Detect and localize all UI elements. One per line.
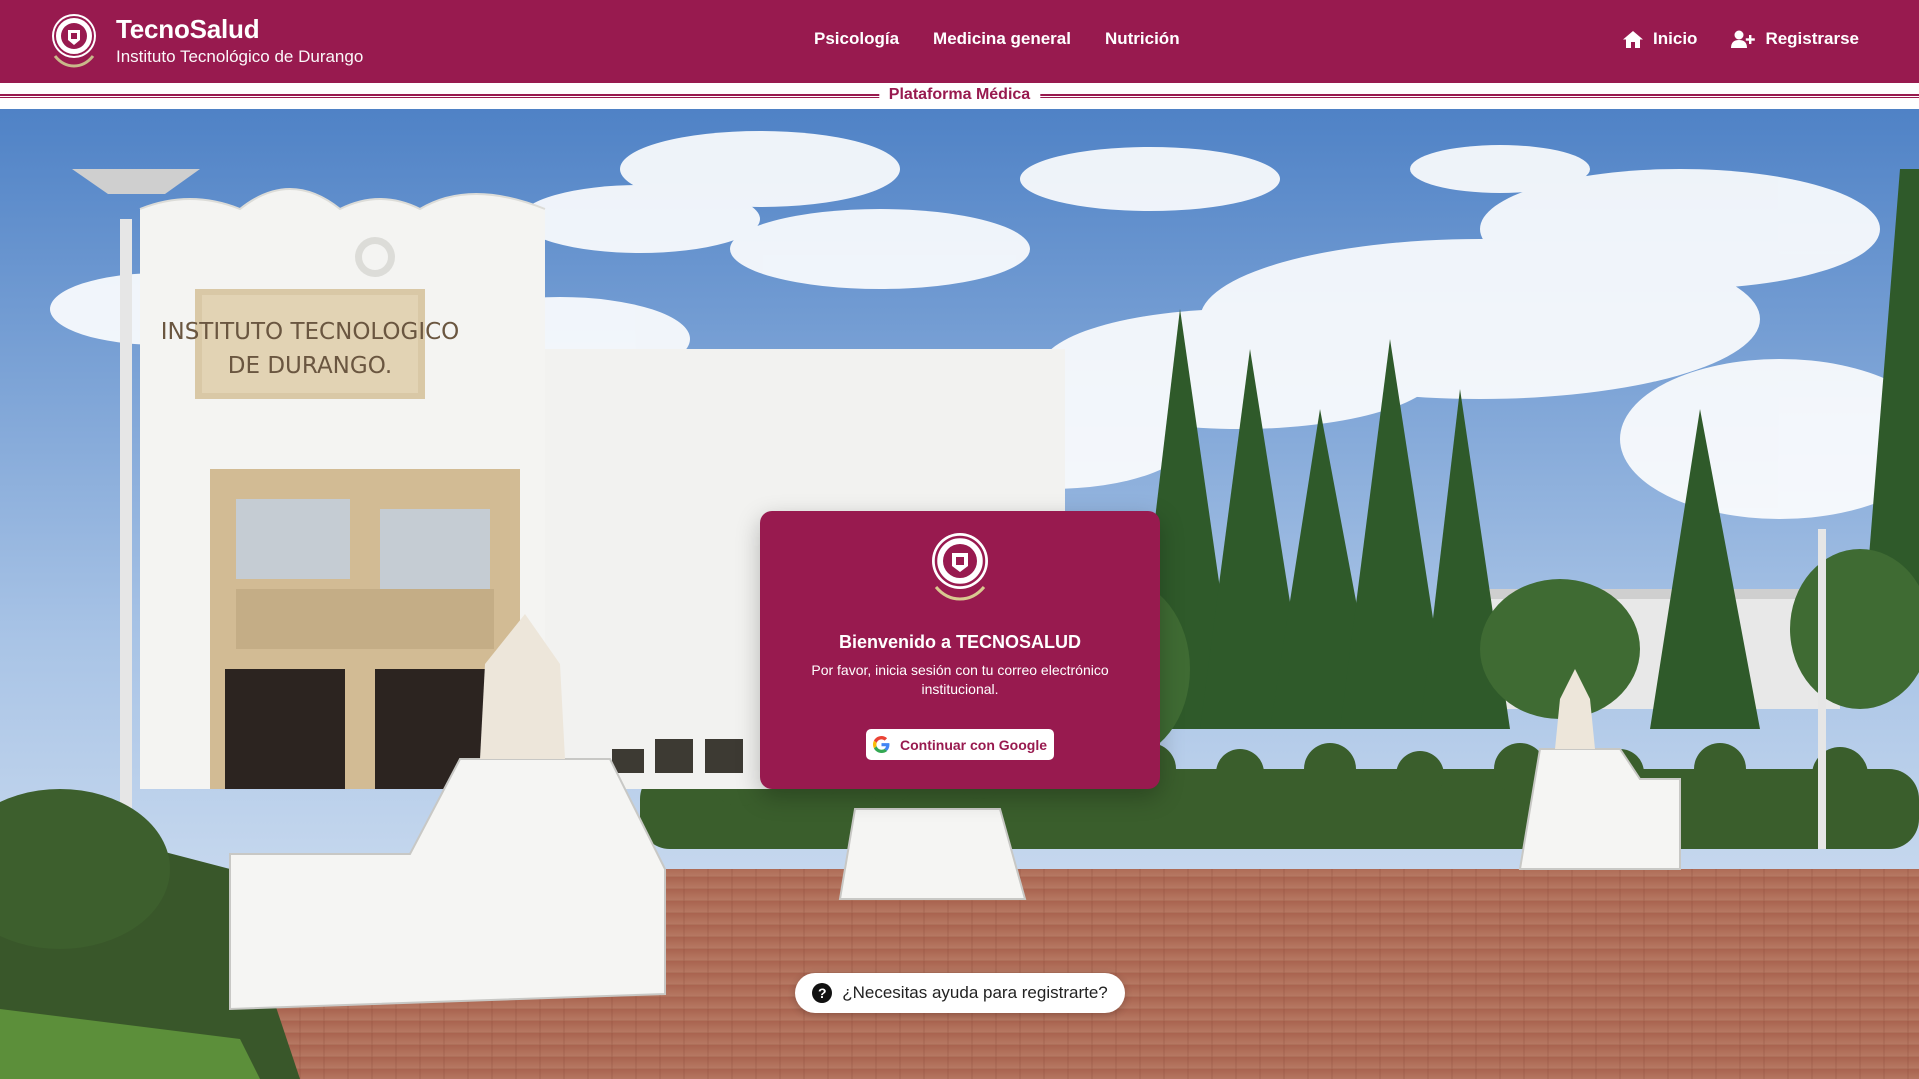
top-navbar: TecnoSalud Instituto Tecnológico de Dura…	[0, 0, 1919, 83]
inicio-label: Inicio	[1653, 29, 1698, 48]
help-register-label: ¿Necesitas ayuda para registrarte?	[842, 983, 1108, 1002]
help-register-button[interactable]: ? ¿Necesitas ayuda para registrarte?	[795, 973, 1125, 1013]
account-nav: Inicio Registrarse	[1622, 29, 1859, 49]
itd-logo	[52, 14, 96, 68]
platform-label: Plataforma Médica	[878, 86, 1041, 104]
app-title: TecnoSalud	[116, 14, 260, 44]
welcome-title: Bienvenido a TECNOSALUD	[838, 632, 1082, 652]
inicio-link[interactable]: Inicio	[1622, 29, 1697, 49]
platform-band: Plataforma Médica	[0, 83, 1919, 109]
building-sign-line2: DE DURANGO.	[228, 353, 392, 379]
registrarse-label: Registrarse	[1765, 29, 1859, 48]
nav-psicologia[interactable]: Psicología	[814, 29, 899, 49]
google-signin-button[interactable]: Continuar con Google	[866, 729, 1054, 760]
nav-nutricion[interactable]: Nutrición	[1105, 29, 1180, 49]
hero-background: INSTITUTO TECNOLOGICO DE DURANGO. Bienve…	[0, 109, 1919, 1079]
google-signin-label: Continuar con Google	[900, 736, 1047, 753]
question-circle-icon: ?	[812, 983, 833, 1003]
login-instructions: Por favor, inicia sesión con tu correo e…	[811, 662, 1109, 697]
login-card: Bienvenido a TECNOSALUD Por favor, inici…	[760, 511, 1160, 789]
user-plus-icon	[1731, 30, 1756, 48]
registrarse-link[interactable]: Registrarse	[1731, 29, 1859, 49]
building-sign-line1: INSTITUTO TECNOLOGICO	[161, 319, 460, 345]
main-nav: Psicología Medicina general Nutrición	[814, 29, 1180, 49]
app-subtitle: Instituto Tecnológico de Durango	[116, 47, 364, 66]
nav-medicina-general[interactable]: Medicina general	[933, 29, 1071, 49]
home-icon	[1623, 30, 1644, 48]
google-icon	[873, 736, 890, 753]
itd-seal	[932, 533, 988, 601]
brand[interactable]: TecnoSalud Instituto Tecnológico de Dura…	[49, 12, 363, 70]
